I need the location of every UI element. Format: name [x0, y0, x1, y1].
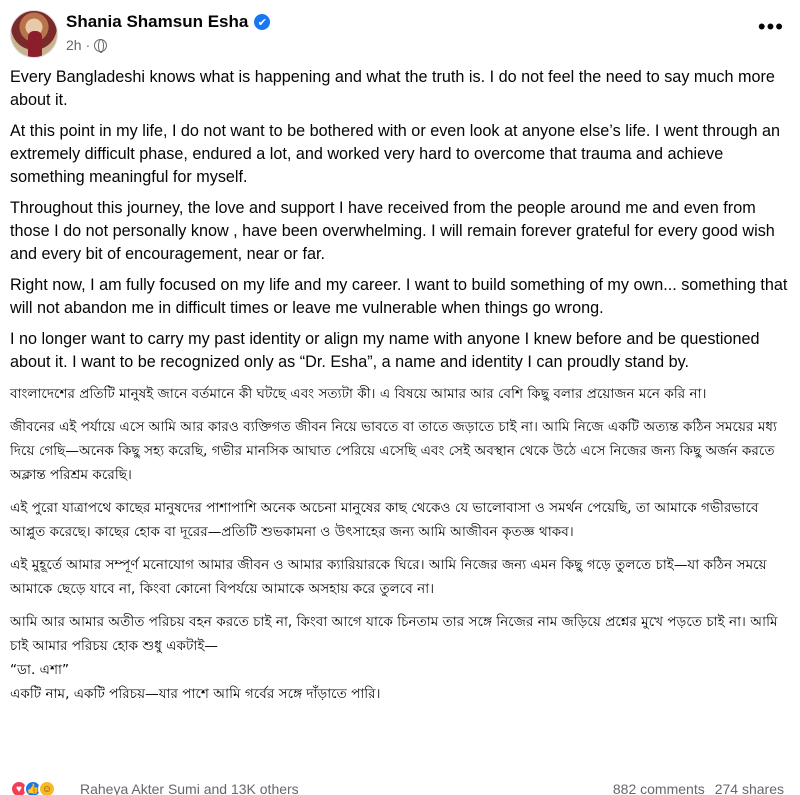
meta-separator: · [85, 37, 91, 53]
post-paragraph-en: Throughout this journey, the love and su… [10, 199, 775, 263]
shares-count[interactable]: 274 shares [715, 781, 784, 795]
post-footer: ♥ 👍 ☺ Raheya Akter Sumi and 13K others 8… [10, 780, 790, 795]
more-options-icon[interactable]: ••• [758, 16, 784, 38]
post-paragraph-bn: এই মুহূর্তে আমার সম্পূর্ণ মনোযোগ আমার জী… [10, 557, 767, 597]
author-name[interactable]: Shania Shamsun Esha [66, 12, 248, 32]
post-text: Every Bangladeshi knows what is happenin… [10, 66, 788, 715]
post-paragraph-bn-last: আমি আর আমার অতীত পরিচয় বহন করতে চাই না,… [10, 610, 788, 706]
avatar-figure [28, 31, 42, 57]
bn-line: আমি আর আমার অতীত পরিচয় বহন করতে চাই না,… [10, 614, 778, 654]
post-paragraph-en: Every Bangladeshi knows what is happenin… [10, 68, 775, 109]
bn-line: একটি নাম, একটি পরিচয়—যার পাশে আমি গর্বে… [10, 686, 381, 702]
post-stats: 882 comments 274 shares [613, 781, 784, 795]
verified-badge-icon: ✔ [254, 14, 271, 30]
post-meta: 2h · [66, 37, 108, 53]
comments-count[interactable]: 882 comments [613, 781, 705, 795]
reaction-icons[interactable]: ♥ 👍 ☺ [10, 780, 56, 795]
care-reaction-icon: ☺ [38, 780, 56, 795]
post-paragraph-bn: বাংলাদেশের প্রতিটি মানুষই জানে বর্তমানে … [10, 386, 707, 402]
post-time[interactable]: 2h [66, 37, 82, 53]
post-paragraph-en: I no longer want to carry my past identi… [10, 330, 760, 371]
bn-line-quote: “ডা. এশা” [10, 662, 70, 678]
post-paragraph-bn: জীবনের এই পর্যায়ে এসে আমি আর কারও ব্যক্… [10, 419, 777, 483]
author-row: Shania Shamsun Esha ✔ [66, 12, 271, 32]
post-header: Shania Shamsun Esha ✔ 2h · ••• [10, 10, 790, 60]
avatar[interactable] [10, 10, 58, 58]
post-paragraph-en: At this point in my life, I do not want … [10, 122, 780, 186]
globe-icon [94, 38, 108, 53]
post-paragraph-bn: এই পুরো যাত্রাপথে কাছের মানুষদের পাশাপাশ… [10, 500, 759, 540]
post-paragraph-en: Right now, I am fully focused on my life… [10, 276, 788, 317]
reactions-summary[interactable]: Raheya Akter Sumi and 13K others [80, 781, 299, 795]
